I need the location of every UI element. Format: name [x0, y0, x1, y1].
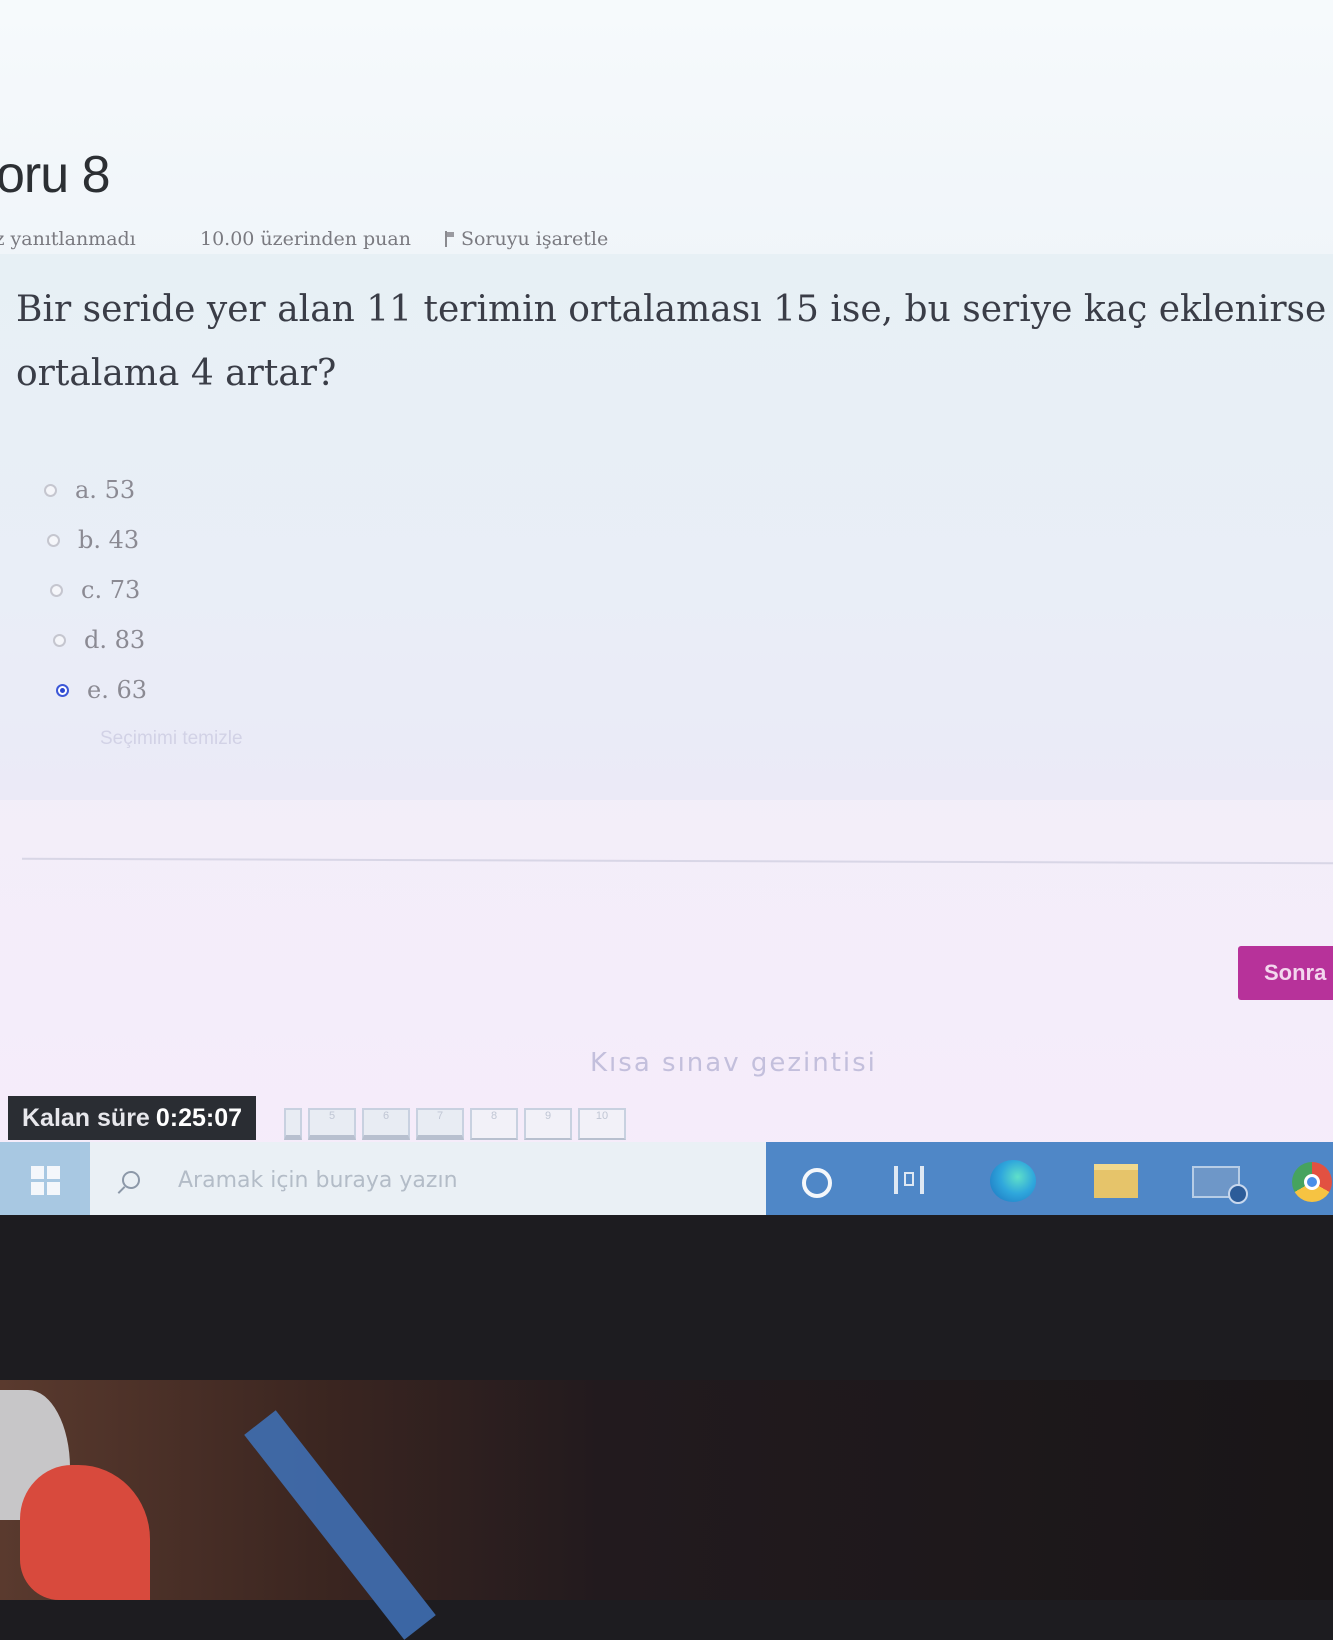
- chrome-icon[interactable]: [1292, 1162, 1332, 1202]
- question-points: 10.00 üzerinden puan: [200, 228, 411, 250]
- task-view-icon[interactable]: [894, 1166, 924, 1194]
- answer-label: c. 73: [81, 576, 141, 604]
- timer-value: 0:25:07: [155, 1103, 243, 1132]
- mail-icon[interactable]: [1192, 1166, 1248, 1204]
- radio-button-selected[interactable]: [56, 683, 69, 697]
- file-explorer-icon[interactable]: [1094, 1164, 1138, 1198]
- question-nav-button[interactable]: 6: [362, 1108, 410, 1140]
- answer-option-e[interactable]: e. 63: [56, 665, 147, 715]
- answer-options: a. 53 b. 43 c. 73 d. 83 e. 63: [44, 465, 147, 715]
- radio-button[interactable]: [53, 633, 66, 647]
- timer-label: Kalan süre: [22, 1103, 150, 1132]
- radio-button[interactable]: [47, 533, 60, 547]
- question-nav-button[interactable]: [284, 1108, 302, 1140]
- windows-logo-icon: [30, 1165, 60, 1195]
- quiz-navigation-link[interactable]: Kısa sınav gezintisi: [590, 1048, 877, 1078]
- answer-option-a[interactable]: a. 53: [44, 465, 147, 515]
- answer-option-d[interactable]: d. 83: [53, 615, 147, 665]
- question-text-line: ortalama 4 artar?: [16, 353, 337, 394]
- flag-question-label: Soruyu işaretle: [460, 228, 609, 250]
- question-status: nüz yanıtlanmadı: [0, 228, 136, 250]
- search-placeholder: Aramak için buraya yazın: [178, 1167, 458, 1193]
- question-info: nüz yanıtlanmadı 10.00 üzerinden puan So…: [0, 224, 608, 254]
- answer-option-b[interactable]: b. 43: [47, 515, 147, 565]
- taskbar-search-box[interactable]: Aramak için buraya yazın: [90, 1142, 766, 1215]
- divider: [22, 857, 1333, 865]
- question-text: Bir seride yer alan 11 terimin ortalamas…: [16, 278, 1333, 406]
- start-button[interactable]: [0, 1142, 90, 1215]
- taskbar-apps: [766, 1142, 1333, 1215]
- question-nav-button[interactable]: 9: [524, 1108, 572, 1140]
- answer-option-c[interactable]: c. 73: [50, 565, 147, 615]
- answer-label: e. 63: [87, 676, 147, 704]
- question-nav-button[interactable]: 7: [416, 1108, 464, 1140]
- answer-label: d. 83: [84, 626, 146, 654]
- windows-taskbar: Aramak için buraya yazın: [0, 1142, 1333, 1215]
- desk-surface: [0, 1380, 1333, 1600]
- time-remaining: Kalan süre 0:25:07: [8, 1096, 257, 1140]
- flag-icon: [441, 231, 454, 247]
- question-nav-button[interactable]: 10: [578, 1108, 626, 1140]
- question-text-line: Bir seride yer alan 11 terimin ortalamas…: [16, 289, 1327, 330]
- radio-button[interactable]: [44, 483, 57, 497]
- search-icon: [122, 1171, 140, 1189]
- edge-browser-icon[interactable]: [990, 1160, 1036, 1202]
- radio-button[interactable]: [50, 583, 63, 597]
- question-nav-button-current[interactable]: 8: [470, 1108, 518, 1140]
- question-nav-button[interactable]: 5: [308, 1108, 356, 1140]
- browser-viewport: oru 8 nüz yanıtlanmadı 10.00 üzerinden p…: [0, 0, 1333, 1215]
- answer-label: b. 43: [78, 526, 140, 554]
- flag-question-link[interactable]: Soruyu işaretle: [441, 228, 608, 250]
- question-title: oru 8: [0, 146, 111, 204]
- clear-choice-link[interactable]: Seçimimi temizle: [100, 728, 243, 750]
- answer-label: a. 53: [75, 476, 136, 504]
- next-page-button[interactable]: Sonra: [1238, 946, 1333, 1000]
- question-navigation: 5 6 7 8 9 10: [284, 1108, 626, 1140]
- cortana-icon[interactable]: [802, 1168, 832, 1198]
